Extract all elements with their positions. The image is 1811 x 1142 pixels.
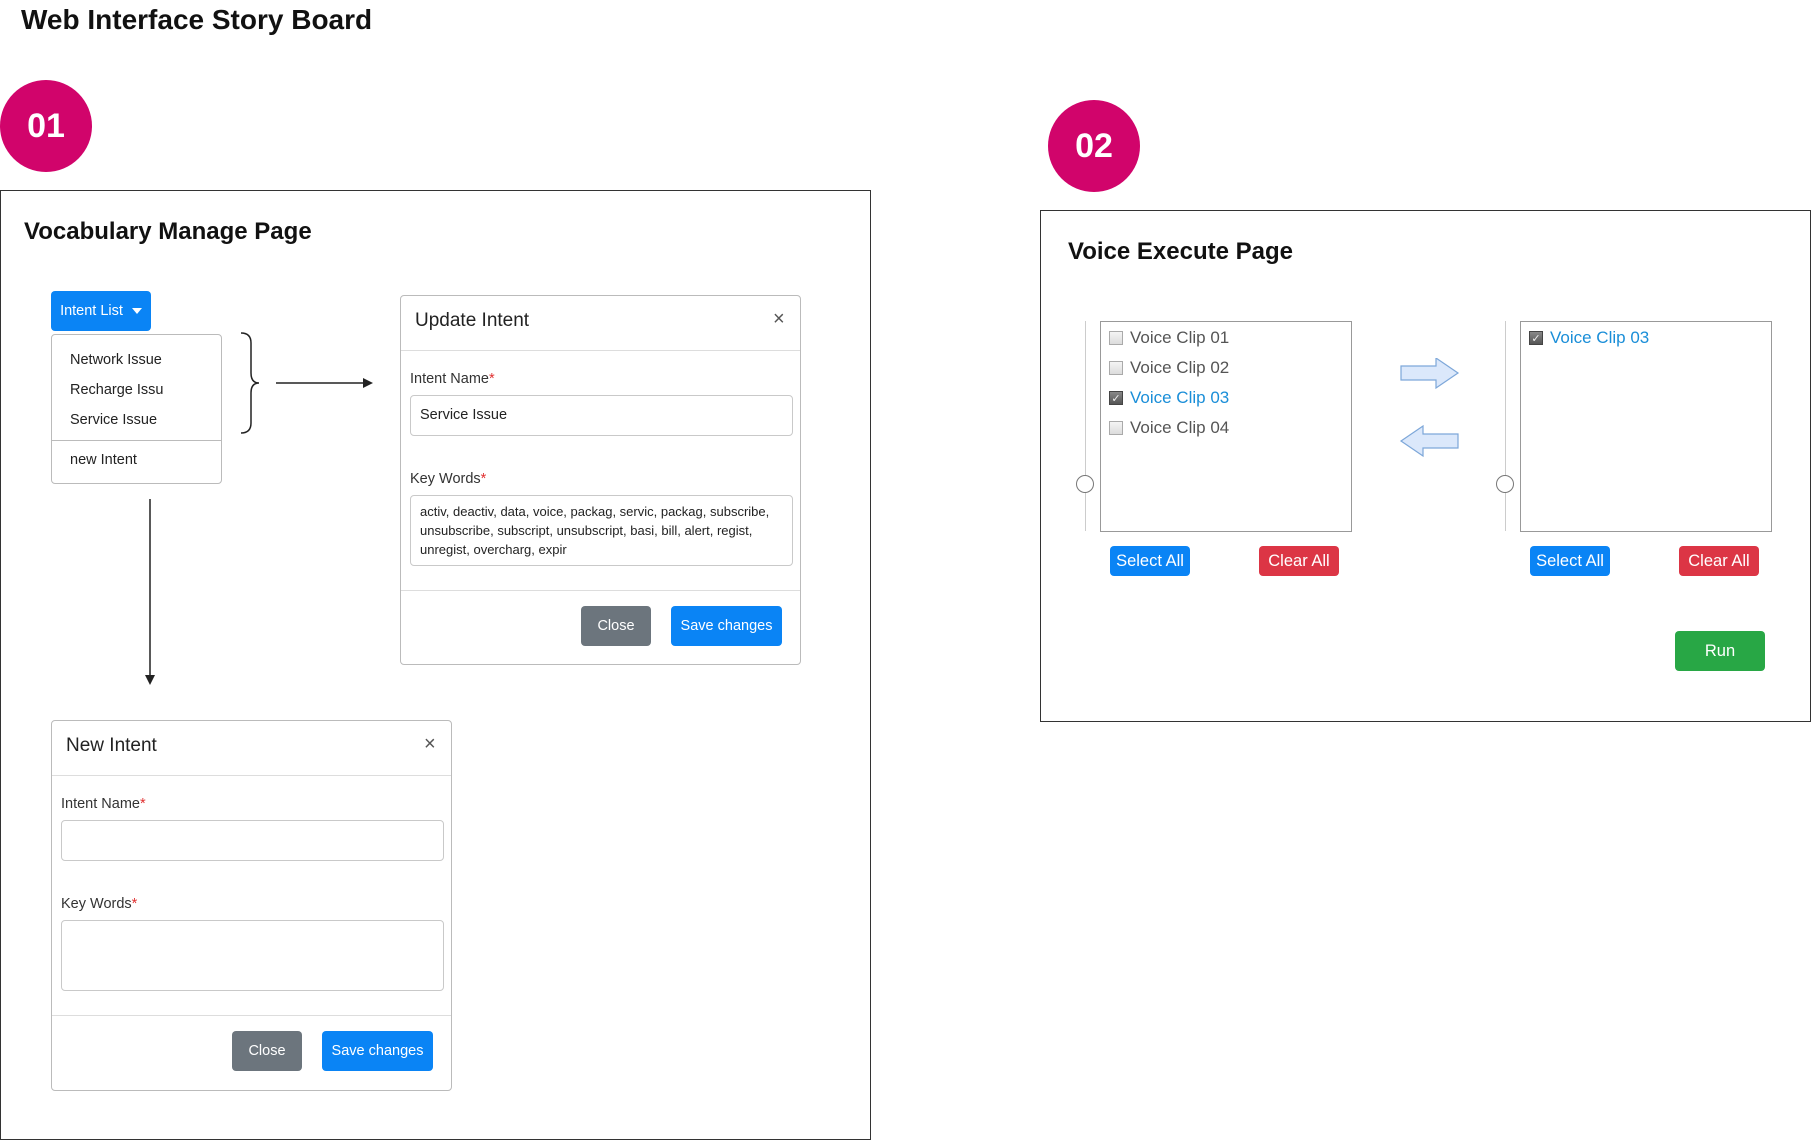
list-item[interactable]: Voice Clip 02 [1109, 358, 1229, 378]
clear-all-button-left[interactable]: Clear All [1259, 546, 1339, 576]
modal-header-divider [52, 775, 451, 776]
required-mark: * [489, 371, 495, 387]
vocabulary-manage-panel: Vocabulary Manage Page Intent List Netwo… [0, 190, 871, 1140]
dropdown-item-recharge-issue[interactable]: Recharge Issu [70, 382, 164, 398]
select-all-button-left[interactable]: Select All [1110, 546, 1190, 576]
clip-label: Voice Clip 04 [1130, 418, 1230, 437]
keywords-textarea[interactable] [61, 920, 444, 991]
step-badge-02: 02 [1048, 100, 1140, 192]
update-modal-title: Update Intent [415, 310, 530, 331]
keywords-label: Key Words* [61, 896, 137, 912]
move-right-arrow-icon [1400, 358, 1460, 390]
selected-clips-list: ✓ Voice Clip 03 [1520, 321, 1772, 532]
new-modal-title: New Intent [66, 735, 157, 756]
storyboard-title: Web Interface Story Board [21, 4, 373, 35]
step-badge-01: 01 [0, 80, 92, 172]
available-clips-list: Voice Clip 01 Voice Clip 02 ✓ Voice Clip … [1100, 321, 1352, 532]
intent-name-input[interactable]: Service Issue [410, 395, 793, 436]
modal-footer-divider [52, 1015, 451, 1016]
curly-brace [240, 332, 260, 434]
required-mark: * [140, 796, 146, 812]
close-icon[interactable]: × [424, 733, 436, 756]
list-item[interactable]: Voice Clip 01 [1109, 328, 1229, 348]
intent-list-label: Intent List [60, 303, 123, 319]
dropdown-item-service-issue[interactable]: Service Issue [70, 412, 157, 428]
close-button[interactable]: Close [581, 606, 651, 646]
intent-name-label: Intent Name* [410, 371, 495, 387]
keywords-label: Key Words* [410, 471, 486, 487]
required-mark: * [480, 471, 487, 487]
intent-name-label-text: Intent Name [410, 371, 489, 387]
checkbox[interactable] [1109, 331, 1123, 345]
keywords-label-text: Key Words [61, 896, 132, 912]
caret-down-icon [131, 308, 142, 314]
dropdown-item-network-issue[interactable]: Network Issue [70, 352, 162, 368]
checkbox[interactable] [1109, 361, 1123, 375]
intent-name-input[interactable] [61, 820, 444, 861]
intent-name-label: Intent Name* [61, 796, 146, 812]
list-item[interactable]: Voice Clip 04 [1109, 418, 1229, 438]
dropdown-divider [52, 440, 221, 441]
run-button[interactable]: Run [1675, 631, 1765, 671]
arrow-head-right [363, 378, 373, 388]
save-changes-button[interactable]: Save changes [671, 606, 782, 646]
move-left-arrow-icon [1399, 424, 1459, 458]
modal-footer-divider [401, 590, 800, 591]
voice-page-title: Voice Execute Page [1068, 238, 1293, 265]
right-list-scroll-track[interactable] [1505, 321, 1506, 531]
connector-arrows [240, 332, 373, 434]
intent-list-dropdown-button[interactable]: Intent List [51, 291, 151, 331]
intent-name-label-text: Intent Name [61, 796, 140, 812]
right-list-scroll-knob[interactable] [1496, 475, 1514, 493]
close-button[interactable]: Close [232, 1031, 302, 1071]
save-changes-button[interactable]: Save changes [322, 1031, 433, 1071]
keywords-textarea[interactable]: activ, deactiv, data, voice, packag, ser… [410, 495, 793, 566]
clip-label: Voice Clip 03 [1550, 328, 1650, 347]
close-icon[interactable]: × [773, 308, 785, 331]
clip-label: Voice Clip 01 [1130, 328, 1230, 347]
clip-label: Voice Clip 02 [1130, 358, 1230, 377]
clear-all-button-right[interactable]: Clear All [1679, 546, 1759, 576]
list-item[interactable]: ✓ Voice Clip 03 [1529, 328, 1649, 348]
intent-dropdown-menu: Network Issue Recharge Issu Service Issu… [51, 334, 222, 484]
left-list-scroll-track[interactable] [1085, 321, 1086, 531]
vocabulary-page-title: Vocabulary Manage Page [24, 218, 312, 245]
clip-label: Voice Clip 03 [1130, 388, 1230, 407]
required-mark: * [131, 896, 138, 912]
voice-execute-panel: Voice Execute Page Voice Clip 01 Voice C… [1040, 210, 1811, 722]
select-all-button-right[interactable]: Select All [1530, 546, 1610, 576]
transfer-arrows [1399, 358, 1460, 458]
new-intent-modal: New Intent × Intent Name* Key Words* Clo… [51, 720, 452, 1091]
left-list-scroll-knob[interactable] [1076, 475, 1094, 493]
checkbox-checked[interactable]: ✓ [1529, 331, 1543, 345]
modal-header-divider [401, 350, 800, 351]
dropdown-item-new-intent[interactable]: new Intent [70, 452, 137, 468]
list-item[interactable]: ✓ Voice Clip 03 [1109, 388, 1229, 408]
keywords-label-text: Key Words [410, 471, 481, 487]
arrow-to-new-modal [145, 499, 155, 685]
arrow-head-down [145, 675, 155, 685]
checkbox-checked[interactable]: ✓ [1109, 391, 1123, 405]
update-intent-modal: Update Intent × Intent Name* Service Iss… [400, 295, 801, 665]
checkbox[interactable] [1109, 421, 1123, 435]
